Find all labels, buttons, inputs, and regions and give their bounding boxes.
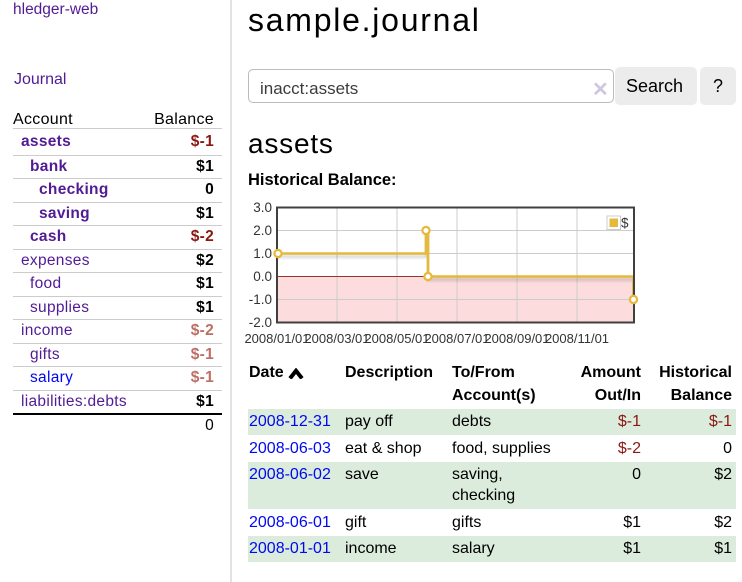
svg-text:2008/09/01: 2008/09/01 [484, 331, 549, 346]
svg-text:-1.0: -1.0 [249, 292, 272, 307]
svg-text:2008/03/01: 2008/03/01 [304, 331, 369, 346]
svg-text:$: $ [621, 216, 629, 231]
svg-text:2008/01/01: 2008/01/01 [244, 331, 309, 346]
svg-text:2008/11/01: 2008/11/01 [545, 331, 609, 346]
svg-text:2.0: 2.0 [253, 223, 272, 238]
svg-text:-2.0: -2.0 [249, 315, 272, 330]
svg-text:2008/07/01: 2008/07/01 [424, 331, 489, 346]
svg-text:2008/05/01: 2008/05/01 [364, 331, 429, 346]
svg-text:1.0: 1.0 [253, 246, 272, 261]
svg-text:0.0: 0.0 [253, 269, 272, 284]
svg-text:3.0: 3.0 [253, 200, 272, 215]
